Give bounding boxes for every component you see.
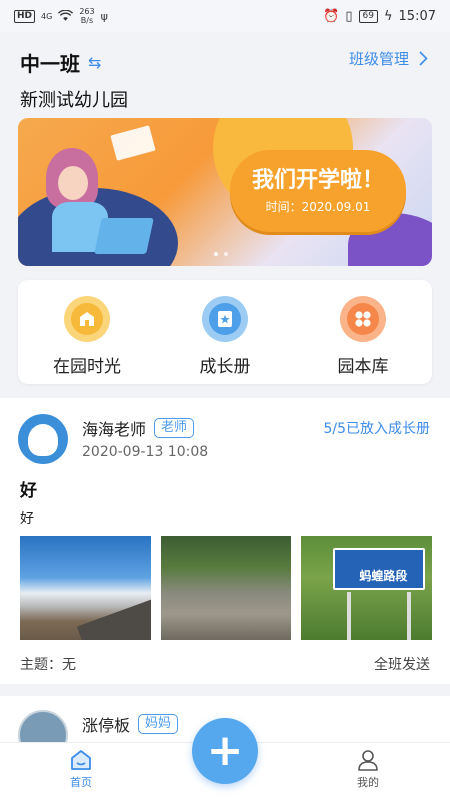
banner-headline: 我们开学啦！	[251, 168, 384, 193]
charging-icon: ϟ	[383, 8, 393, 24]
growth-album-status[interactable]: 5/5已放入成长册	[323, 418, 430, 438]
album-icon	[202, 296, 248, 342]
nav-mine-label: 我的	[357, 776, 379, 789]
quick-menu-label: 园本库	[337, 357, 389, 377]
quick-menu-item-growth-album[interactable]: 成长册	[156, 280, 294, 384]
role-badge: 老师	[154, 418, 195, 438]
book-illustration	[110, 125, 156, 161]
hd-indicator: HD	[14, 9, 36, 23]
nav-home-label: 首页	[70, 776, 92, 789]
post-topic: 主题：无	[20, 657, 76, 673]
quick-menu-item-campus-time[interactable]: 在园时光	[18, 280, 156, 384]
post-body: 好	[20, 511, 34, 527]
alarm-icon: ⏰	[323, 8, 340, 24]
usb-icon: ψ	[100, 9, 108, 23]
class-switcher[interactable]: 中一班 ⇆	[20, 48, 101, 77]
post-title: 好	[20, 481, 37, 501]
library-icon	[340, 296, 386, 342]
post-photo-mountain[interactable]	[20, 536, 151, 640]
banner-cloud: 我们开学啦！ 时间：2020.09.01	[230, 150, 406, 232]
road-sign: 蚂蝗路段	[333, 548, 426, 590]
class-manage-button[interactable]: 班级管理	[349, 48, 428, 69]
school-icon	[64, 296, 110, 342]
class-header: 中一班 ⇆ 班级管理 新测试幼儿园	[0, 32, 450, 122]
home-icon	[71, 750, 91, 770]
post-author-name[interactable]: 海海老师	[82, 416, 146, 440]
quick-menu-item-library[interactable]: 园本库	[294, 280, 432, 384]
girl-illustration	[46, 148, 154, 254]
add-post-button[interactable]: +	[192, 718, 258, 784]
battery-indicator: 69	[358, 9, 378, 23]
post-photos: 蚂蝗路段	[20, 536, 433, 640]
post-timestamp: 2020-09-13 10:08	[82, 444, 209, 460]
post-author-name[interactable]: 涨停板	[82, 712, 130, 736]
promo-banner[interactable]: 我们开学啦！ 时间：2020.09.01	[18, 118, 432, 266]
carousel-indicator	[214, 252, 228, 256]
switch-icon[interactable]: ⇆	[88, 53, 101, 72]
post-scope: 全班发送	[374, 657, 430, 673]
wifi-icon	[58, 10, 74, 21]
role-badge: 妈妈	[138, 714, 179, 734]
banner-date: 时间：2020.09.01	[265, 200, 371, 214]
network-speed: 263 B/s	[79, 7, 95, 25]
post-photo-road-sign[interactable]: 蚂蝗路段	[301, 536, 433, 640]
class-manage-label: 班级管理	[348, 50, 409, 68]
school-name: 新测试幼儿园	[20, 90, 128, 111]
quick-menu: 在园时光 成长册 园本库	[18, 280, 432, 384]
signal-indicator: 4G	[41, 11, 53, 21]
user-icon	[358, 750, 378, 771]
feed-post[interactable]: 海海老师 老师 5/5已放入成长册 2020-09-13 10:08 好 好 蚂…	[0, 398, 450, 684]
carousel-dot	[214, 252, 218, 256]
status-bar: HD 4G 263 B/s ψ ⏰ ▯ 69 ϟ 15:07	[0, 0, 450, 32]
quick-menu-label: 在园时光	[53, 357, 121, 377]
carousel-dot	[224, 252, 228, 256]
class-name: 中一班	[20, 52, 80, 76]
quick-menu-label: 成长册	[199, 357, 251, 377]
plus-icon: +	[206, 725, 244, 776]
avatar[interactable]	[18, 414, 68, 464]
nav-home[interactable]: 首页	[46, 749, 116, 790]
vibrate-icon: ▯	[345, 8, 353, 24]
clock: 15:07	[398, 8, 436, 24]
nav-mine[interactable]: 我的	[333, 749, 403, 790]
post-photo-riverbed[interactable]	[160, 536, 292, 640]
chevron-right-icon	[419, 51, 428, 66]
